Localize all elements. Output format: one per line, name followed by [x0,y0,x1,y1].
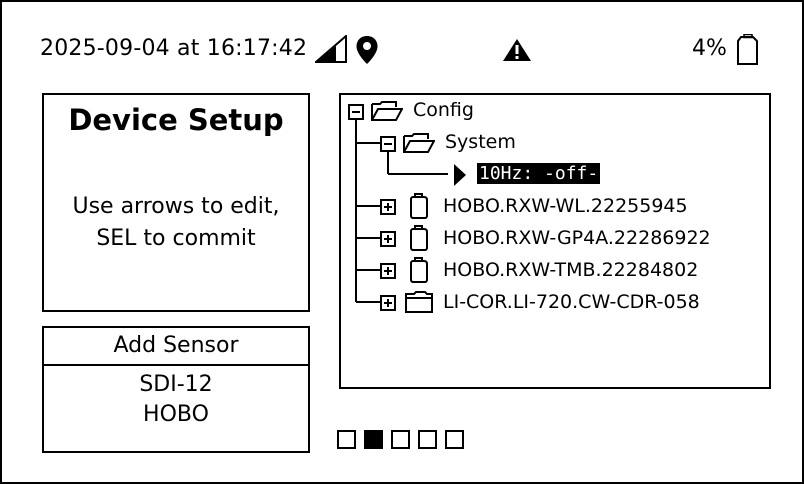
setup-title: Device Setup [68,103,284,137]
open-folder-icon [371,101,403,121]
page-dot[interactable] [445,430,464,449]
closed-folder-icon [405,291,433,313]
collapse-icon[interactable] [348,104,364,120]
location-pin-icon [356,36,378,64]
tree-node-config[interactable]: Config [413,99,474,121]
warning-triangle-icon [503,39,531,61]
tree-device-item[interactable]: HOBO.RXW-GP4A.22286922 [443,227,711,249]
tree-device-item[interactable]: HOBO.RXW-WL.22255945 [443,195,688,217]
tree-device-item[interactable]: LI-COR.LI-720.CW-CDR-058 [443,291,700,313]
sensor-option-hobo[interactable]: HOBO [44,400,308,430]
selection-arrow-icon [454,164,466,186]
logger-device-icon [410,225,428,251]
expand-icon[interactable] [380,263,396,279]
logger-device-icon [410,193,428,219]
expand-icon[interactable] [380,231,396,247]
device-screen: 2025-09-04 at 16:17:42 4% Device Setup U… [0,0,804,484]
logger-device-icon [410,257,428,283]
tree-node-system[interactable]: System [445,131,516,153]
battery-icon [737,34,758,65]
open-folder-icon [403,133,435,153]
add-sensor-header: Add Sensor [44,328,308,366]
status-bar: 2025-09-04 at 16:17:42 4% [2,2,802,65]
page-dot[interactable] [391,430,410,449]
datetime-display: 2025-09-04 at 16:17:42 [40,36,308,61]
page-dot[interactable] [337,430,356,449]
battery-percentage: 4% [692,36,727,61]
expand-icon[interactable] [380,295,396,311]
setup-instruction-line1: Use arrows to edit, [72,194,280,219]
collapse-icon[interactable] [380,136,396,152]
config-tree-panel: Config System 10Hz: -off- HOBO.RXW-WL.22… [339,93,771,389]
add-sensor-panel: Add Sensor SDI-12 HOBO [42,326,310,453]
tree-setting-10hz[interactable]: 10Hz: -off- [477,163,601,184]
page-dot[interactable] [418,430,437,449]
tree-device-item[interactable]: HOBO.RXW-TMB.22284802 [443,259,698,281]
signal-strength-icon [315,35,347,63]
page-dot[interactable] [364,430,383,449]
device-setup-panel: Device Setup Use arrows to edit, SEL to … [42,93,310,312]
setup-instruction-line2: SEL to commit [96,226,256,251]
sensor-option-sdi12[interactable]: SDI-12 [44,370,308,400]
expand-icon[interactable] [380,199,396,215]
